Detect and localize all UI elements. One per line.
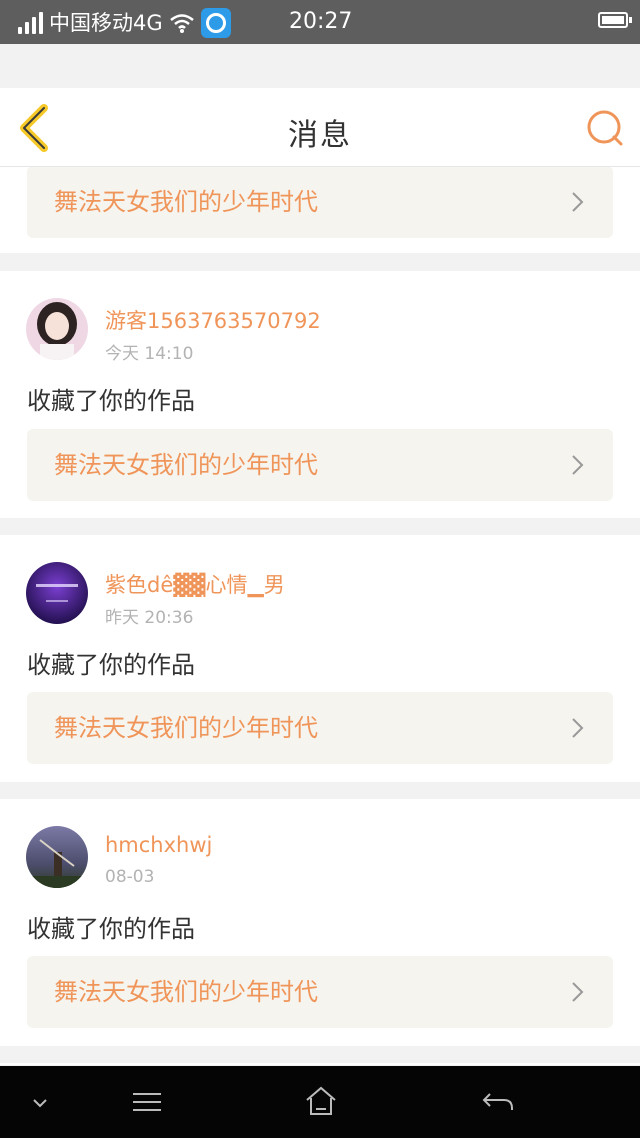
message-time: 今天 14:10	[105, 344, 194, 364]
work-title: 舞法天女我们的少年时代	[54, 978, 318, 1006]
back-arrow-icon[interactable]	[476, 1080, 520, 1124]
carrier-label: 中国移动4G	[49, 11, 163, 35]
avatar[interactable]	[26, 562, 88, 624]
chevron-right-icon	[572, 455, 584, 475]
username[interactable]: 紫色dê▓▓心情▁男	[105, 569, 285, 599]
message-action: 收藏了你的作品	[27, 387, 195, 415]
message-card: 游客1563763570792 今天 14:10 收藏了你的作品 舞法天女我们的…	[0, 271, 640, 518]
chevron-down-icon[interactable]	[18, 1080, 62, 1124]
message-card: 紫色dê▓▓心情▁男 昨天 20:36 收藏了你的作品 舞法天女我们的少年时代	[0, 535, 640, 782]
page-title: 消息	[288, 118, 352, 153]
username[interactable]: hmchxhwj	[105, 833, 212, 857]
message-card: hmchxhwj 08-03 收藏了你的作品 舞法天女我们的少年时代	[0, 799, 640, 1046]
message-card: 舞法天女我们的少年时代	[0, 167, 640, 253]
username[interactable]: 游客1563763570792	[105, 305, 321, 335]
menu-icon[interactable]	[125, 1080, 169, 1124]
avatar[interactable]	[26, 826, 88, 888]
battery-icon	[598, 12, 632, 28]
search-icon[interactable]	[585, 108, 625, 148]
home-icon[interactable]	[299, 1080, 343, 1124]
chevron-right-icon	[572, 192, 584, 212]
work-title: 舞法天女我们的少年时代	[54, 714, 318, 742]
work-link[interactable]: 舞法天女我们的少年时代	[27, 692, 613, 764]
work-link[interactable]: 舞法天女我们的少年时代	[27, 429, 613, 501]
work-link[interactable]: 舞法天女我们的少年时代	[27, 167, 613, 238]
chevron-right-icon	[572, 718, 584, 738]
system-nav-bar	[0, 1066, 640, 1138]
message-time: 08-03	[105, 867, 155, 887]
work-link[interactable]: 舞法天女我们的少年时代	[27, 956, 613, 1028]
work-title: 舞法天女我们的少年时代	[54, 451, 318, 479]
signal-icon	[18, 12, 43, 34]
message-action: 收藏了你的作品	[27, 651, 195, 679]
status-time: 20:27	[289, 9, 353, 34]
message-action: 收藏了你的作品	[27, 915, 195, 943]
message-card	[0, 1063, 640, 1065]
message-time: 昨天 20:36	[105, 608, 194, 628]
chevron-right-icon	[572, 982, 584, 1002]
app-notification-icon	[200, 8, 231, 38]
work-title: 舞法天女我们的少年时代	[54, 188, 318, 216]
message-list[interactable]: 舞法天女我们的少年时代 游客1563763570792 今天 14:10 收藏了…	[0, 167, 640, 1065]
wifi-icon	[169, 14, 194, 33]
status-bar: 中国移动4G 20:27	[0, 0, 640, 44]
avatar[interactable]	[26, 298, 88, 360]
